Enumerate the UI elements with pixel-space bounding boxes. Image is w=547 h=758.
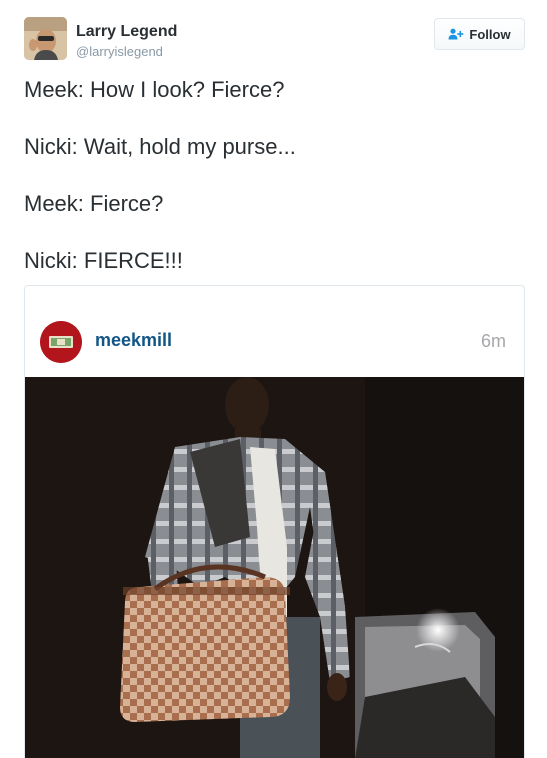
author-avatar-image xyxy=(24,17,67,60)
embed-avatar[interactable] xyxy=(40,321,82,363)
embed-username[interactable]: meekmill xyxy=(95,330,172,351)
author-avatar[interactable] xyxy=(24,17,67,60)
embedded-instagram-card[interactable]: meekmill 6m xyxy=(24,285,525,758)
author-handle[interactable]: @larryislegend xyxy=(76,44,163,59)
tweet-line: Meek: How I look? Fierce? xyxy=(24,77,285,102)
author-name[interactable]: Larry Legend xyxy=(76,23,177,41)
tweet-line: Nicki: FIERCE!!! xyxy=(24,248,183,273)
tweet-text: Meek: How I look? Fierce? Nicki: Wait, h… xyxy=(24,75,524,303)
follow-label: Follow xyxy=(469,26,511,42)
tweet-line: Nicki: Wait, hold my purse... xyxy=(24,134,296,159)
embed-photo[interactable] xyxy=(25,377,524,758)
add-user-icon xyxy=(448,28,464,40)
tweet-line: Meek: Fierce? xyxy=(24,191,164,216)
embed-timestamp[interactable]: 6m xyxy=(481,331,506,352)
follow-button[interactable]: Follow xyxy=(434,18,525,50)
tweet-card: Larry Legend @larryislegend Follow Meek:… xyxy=(0,0,547,758)
photo-image xyxy=(25,377,524,758)
